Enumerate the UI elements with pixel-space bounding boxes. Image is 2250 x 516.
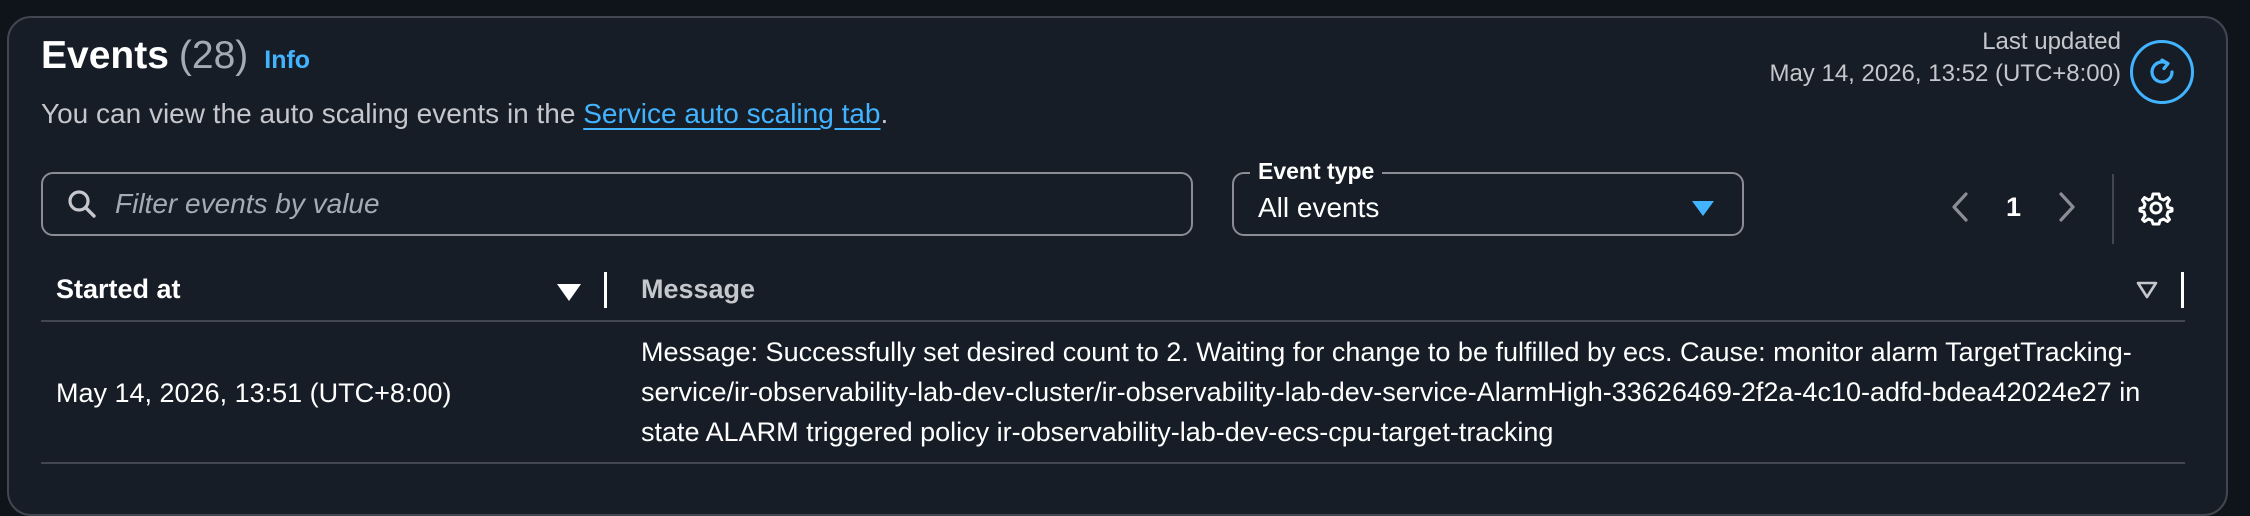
pagination: 1 [1950, 190, 2077, 224]
sort-icon[interactable] [2135, 280, 2159, 300]
previous-page-button[interactable] [1950, 190, 1970, 224]
service-auto-scaling-link[interactable]: Service auto scaling tab [583, 98, 880, 129]
events-count: (28) [178, 34, 249, 77]
description-text: You can view the auto scaling events in … [41, 98, 584, 129]
last-updated-value: May 14, 2026, 13:52 (UTC+8:00) [1769, 60, 2121, 87]
last-updated-label: Last updated [1982, 28, 2121, 55]
pager-divider [2112, 174, 2114, 244]
event-type-label: Event type [1250, 158, 1383, 185]
column-message[interactable]: Message [641, 274, 755, 305]
refresh-icon [2150, 58, 2174, 84]
started-at-cell: May 14, 2026, 13:51 (UTC+8:00) [56, 378, 452, 408]
page-title: Events [41, 34, 169, 77]
caret-down-icon [1692, 200, 1714, 216]
current-page[interactable]: 1 [2006, 192, 2021, 223]
search-icon [68, 190, 96, 218]
column-resizer[interactable] [604, 272, 607, 308]
filter-events-search[interactable] [41, 172, 1193, 236]
column-resizer-end[interactable] [2181, 272, 2184, 308]
description-suffix: . [880, 98, 889, 129]
info-link[interactable]: Info [264, 46, 310, 75]
table-header: Started at Message [41, 270, 2185, 322]
refresh-button[interactable] [2130, 40, 2194, 104]
column-started-at[interactable]: Started at [56, 274, 181, 305]
search-input[interactable] [113, 187, 1157, 221]
message-cell: Message: Successfully set desired count … [641, 337, 2141, 447]
gear-icon [2138, 192, 2174, 226]
next-page-button[interactable] [2057, 190, 2077, 224]
table-row: May 14, 2026, 13:51 (UTC+8:00) Message: … [41, 322, 2185, 464]
last-updated: Last updated May 14, 2026, 13:52 (UTC+8:… [1769, 26, 2121, 90]
event-type-value: All events [1258, 192, 1380, 223]
sort-descending-icon[interactable] [557, 284, 581, 301]
preferences-button[interactable] [2138, 190, 2174, 226]
panel-description: You can view the auto scaling events in … [41, 98, 888, 130]
panel-header: Events (28) Info [41, 34, 310, 78]
